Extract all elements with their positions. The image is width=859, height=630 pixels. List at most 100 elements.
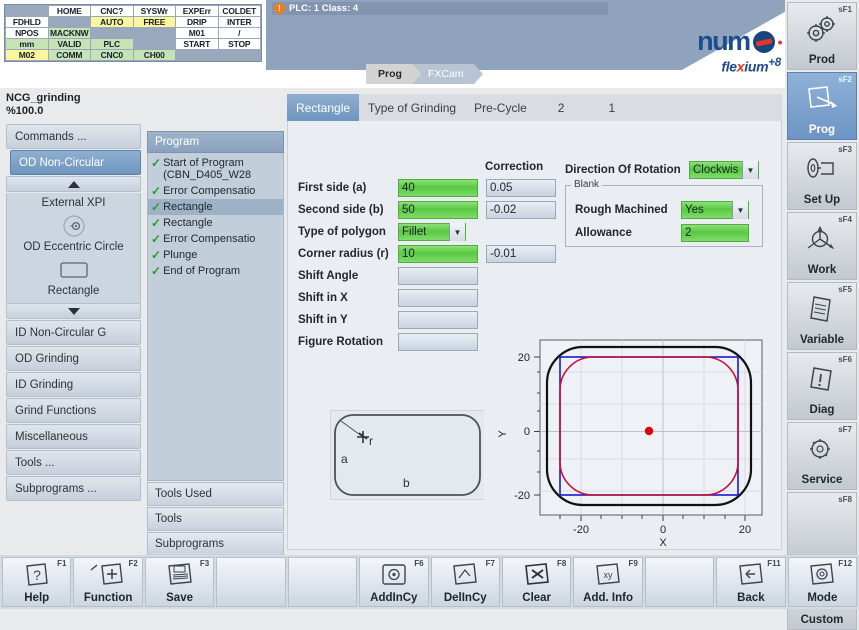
breadcrumb-item-fxcam[interactable]: FXCam	[412, 64, 474, 84]
info-icon: xy	[591, 558, 625, 592]
tab-pre-cycle[interactable]: Pre-Cycle	[465, 94, 536, 121]
softkey-id: sF1	[838, 5, 852, 14]
tools-button[interactable]: Tools	[147, 507, 284, 531]
softkey-id: sF3	[838, 145, 852, 154]
softkey-label: Prod	[809, 54, 835, 66]
checkmark-icon: ✓	[151, 233, 161, 245]
softkey-id: sF4	[838, 215, 852, 224]
program-step-list[interactable]: ✓Start of Program(CBN_D405_W28✓Error Com…	[147, 153, 284, 481]
sidebar-item-id-non-circular-g[interactable]: ID Non-Circular G	[6, 320, 141, 345]
function-key-add--info[interactable]: F9xyAdd. Info	[573, 557, 642, 607]
program-step-item[interactable]: ✓Error Compensatio	[148, 183, 283, 199]
chevron-down-icon: ▼	[742, 161, 758, 179]
rough-machined-select[interactable]: Yes ▼	[681, 201, 749, 219]
corner-radius-label: Corner radius (r)	[298, 248, 398, 260]
softkey-diag[interactable]: sF6Diag	[787, 352, 857, 420]
program-step-item[interactable]: ✓End of Program	[148, 263, 283, 279]
shift-angle-input[interactable]	[398, 267, 478, 285]
question-icon: ?	[20, 558, 54, 592]
softkey-work[interactable]: sF4 Work	[787, 212, 857, 280]
shape-item-rectangle[interactable]: Rectangle	[7, 283, 140, 301]
program-step-item[interactable]: ✓Start of Program(CBN_D405_W28	[148, 155, 283, 183]
second-side-input[interactable]: 50	[398, 201, 478, 219]
sidebar-item-commands[interactable]: Commands ...	[6, 124, 141, 149]
shift-y-input[interactable]	[398, 311, 478, 329]
program-name: NCG_grinding	[6, 92, 141, 105]
function-key-id: F2	[129, 559, 138, 568]
shape-item-od-eccentric-circle[interactable]: OD Eccentric Circle	[7, 239, 140, 257]
right-softkey-bar: sF1 Prod sF2ProgsF3Set Up sF4 Work sF5Variabl…	[785, 0, 859, 555]
shape-label: OD Eccentric Circle	[23, 241, 123, 253]
num-logo: num • flexium+8	[697, 28, 781, 75]
tab-type-of-grinding[interactable]: Type of Grinding	[359, 94, 465, 121]
function-key-id: F6	[414, 559, 423, 568]
softkey-label: Variable	[800, 334, 844, 346]
softkey-sf8[interactable]: sF8	[787, 492, 857, 560]
rectangle-icon[interactable]	[7, 257, 140, 283]
function-key-addincy[interactable]: F6AddInCy	[359, 557, 428, 607]
first-side-label: First side (a)	[298, 182, 398, 194]
shift-x-input[interactable]	[398, 289, 478, 307]
type-of-polygon-select[interactable]: Fillet ▼	[398, 223, 466, 241]
direction-of-rotation-select[interactable]: Clockwis ▼	[689, 161, 759, 179]
function-key-id: F9	[628, 559, 637, 568]
softkey-prog[interactable]: sF2Prog	[787, 72, 857, 140]
plus-box-icon	[88, 558, 128, 592]
softkey-variable[interactable]: sF5Variable	[787, 282, 857, 350]
scroll-up-button[interactable]	[6, 176, 141, 192]
softkey-prod[interactable]: sF1 Prod	[787, 2, 857, 70]
svg-text:?: ?	[33, 567, 41, 583]
warning-icon: !	[274, 3, 285, 14]
softkey-label: Work	[808, 264, 837, 276]
figure-rotation-input[interactable]	[398, 333, 478, 351]
sidebar-item-miscellaneous[interactable]: Miscellaneous	[6, 424, 141, 449]
sidebar-item-id-grinding[interactable]: ID Grinding	[6, 372, 141, 397]
eccentric-circle-icon[interactable]	[7, 213, 140, 239]
function-key-label: DelInCy	[444, 592, 487, 604]
softkey-service[interactable]: sF7Service	[787, 422, 857, 490]
softkey-id: sF7	[838, 425, 852, 434]
shape-item-external-xpi[interactable]: External XPI	[7, 195, 140, 213]
tab-rectangle[interactable]: Rectangle	[287, 94, 359, 121]
rough-machined-label: Rough Machined	[575, 204, 681, 216]
sidebar-item-od-grinding[interactable]: OD Grinding	[6, 346, 141, 371]
status-cell-empty	[49, 17, 91, 27]
program-panel-header: Program	[147, 131, 284, 153]
softkey-id: sF8	[838, 495, 852, 504]
second-side-correction[interactable]: -0.02	[486, 201, 556, 219]
shift-x-label: Shift in X	[298, 292, 398, 304]
tab-1[interactable]: 1	[586, 94, 637, 121]
sidebar-item-od-non-circular[interactable]: OD Non-Circular	[10, 150, 141, 175]
sidebar-item-subprograms[interactable]: Subprograms ...	[6, 476, 141, 501]
tools-used-button[interactable]: Tools Used	[147, 482, 284, 506]
program-step-item[interactable]: ✓Error Compensatio	[148, 231, 283, 247]
function-key-back[interactable]: F11Back	[716, 557, 785, 607]
shape-gallery: External XPI OD Eccentric Circle Rectang…	[6, 193, 141, 303]
first-side-input[interactable]: 40	[398, 179, 478, 197]
breadcrumb-item-prog[interactable]: Prog	[366, 64, 412, 84]
tab-2[interactable]: 2	[536, 94, 587, 121]
allowance-input[interactable]: 2	[681, 224, 749, 242]
scroll-down-button[interactable]	[6, 303, 141, 319]
sidebar-item-tools[interactable]: Tools ...	[6, 450, 141, 475]
plc-alert-bar[interactable]: ! PLC: 1 Class: 4	[272, 2, 608, 15]
function-key-help[interactable]: F1?Help	[2, 557, 71, 607]
function-key-function[interactable]: F2 Function	[73, 557, 142, 607]
delete-cycle-icon	[448, 558, 482, 592]
corner-radius-correction[interactable]: -0.01	[486, 245, 556, 263]
function-key-delincy[interactable]: F7DelInCy	[431, 557, 500, 607]
checkmark-icon: ✓	[151, 185, 161, 197]
subprograms-button[interactable]: Subprograms	[147, 532, 284, 556]
softkey-set-up[interactable]: sF3Set Up	[787, 142, 857, 210]
program-step-item[interactable]: ✓Rectangle	[148, 199, 283, 215]
function-key-save[interactable]: F3Save	[145, 557, 214, 607]
function-key-clear[interactable]: F8Clear	[502, 557, 571, 607]
program-step-item[interactable]: ✓Rectangle	[148, 215, 283, 231]
sidebar-item-grind-functions[interactable]: Grind Functions	[6, 398, 141, 423]
corner-radius-input[interactable]: 10	[398, 245, 478, 263]
function-key-label: Help	[24, 592, 49, 604]
function-key-mode[interactable]: F12Mode	[788, 557, 857, 607]
function-key-label: Function	[84, 592, 133, 604]
first-side-correction[interactable]: 0.05	[486, 179, 556, 197]
program-step-item[interactable]: ✓Plunge	[148, 247, 283, 263]
